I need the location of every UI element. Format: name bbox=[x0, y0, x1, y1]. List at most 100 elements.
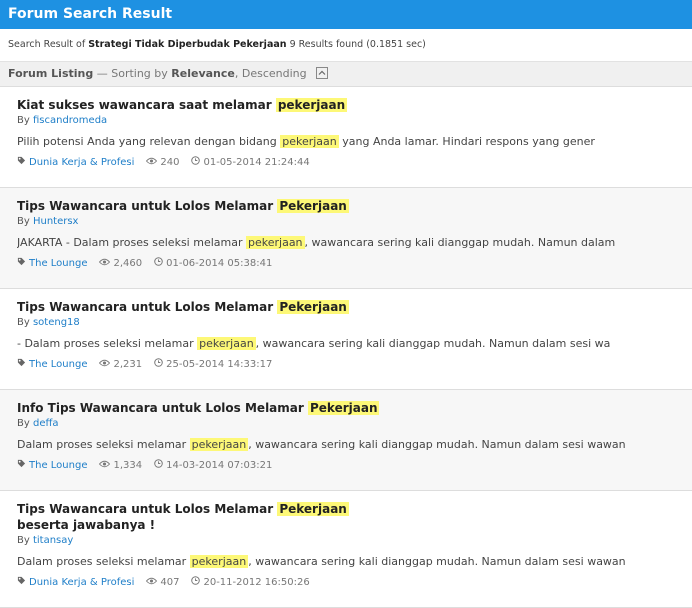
snippet-text-after: , wawancara sering kali dianggap mudah. … bbox=[248, 438, 626, 451]
category-link[interactable]: Dunia Kerja & Profesi bbox=[29, 577, 134, 588]
result-author-line: By titansay bbox=[17, 534, 675, 548]
snippet-highlight: pekerjaan bbox=[189, 438, 249, 451]
snippet-highlight: pekerjaan bbox=[197, 337, 256, 350]
view-count: 407 bbox=[160, 577, 180, 588]
view-count: 1,334 bbox=[113, 460, 143, 471]
listing-label: Forum Listing bbox=[8, 67, 94, 80]
clock-icon bbox=[191, 576, 201, 590]
eye-icon bbox=[146, 156, 158, 170]
result-item: Tips Wawancara untuk Lolos Melamar Peker… bbox=[0, 188, 692, 289]
category-link[interactable]: The Lounge bbox=[29, 359, 87, 370]
tag-icon bbox=[17, 358, 26, 372]
result-author-line: By deffa bbox=[17, 417, 675, 431]
post-date: 01-05-2014 21:24:44 bbox=[203, 157, 310, 168]
listing-bar: Forum Listing — Sorting by Relevance, De… bbox=[0, 62, 692, 87]
sort-toggle-icon[interactable] bbox=[316, 67, 329, 79]
clock-icon bbox=[154, 459, 163, 473]
tag-icon bbox=[17, 459, 26, 473]
view-count: 240 bbox=[160, 157, 180, 168]
result-snippet: JAKARTA - Dalam proses seleksi melamar p… bbox=[17, 235, 675, 251]
tag-icon bbox=[17, 156, 26, 170]
author-link[interactable]: fiscandromeda bbox=[33, 115, 107, 126]
title-text: Info Tips Wawancara untuk Lolos Melamar bbox=[17, 401, 308, 415]
summary-prefix: Search Result of bbox=[8, 39, 86, 50]
view-count: 2,231 bbox=[113, 359, 143, 370]
by-label: By bbox=[17, 216, 33, 227]
snippet-text: Dalam proses seleksi melamar bbox=[17, 438, 190, 451]
result-title-link[interactable]: Tips Wawancara untuk Lolos Melamar Peker… bbox=[17, 299, 387, 315]
snippet-text-after: yang Anda lamar. Hindari respons yang ge… bbox=[338, 135, 595, 148]
author-link[interactable]: Huntersx bbox=[33, 216, 79, 227]
title-text: Kiat sukses wawancara saat melamar bbox=[17, 98, 276, 112]
result-meta: The Lounge 1,334 14-03-2014 07:03:21 bbox=[17, 459, 675, 474]
result-snippet: Dalam proses seleksi melamar pekerjaan, … bbox=[17, 554, 675, 570]
result-author-line: By fiscandromeda bbox=[17, 114, 675, 128]
eye-icon bbox=[146, 576, 158, 590]
clock-icon bbox=[191, 156, 201, 170]
sort-field: Relevance bbox=[171, 67, 235, 80]
result-meta: Dunia Kerja & Profesi 240 01-05-2014 21:24… bbox=[17, 156, 675, 171]
snippet-highlight: pekerjaan bbox=[280, 135, 339, 148]
result-title-link[interactable]: Kiat sukses wawancara saat melamar peker… bbox=[17, 97, 387, 113]
title-text: Tips Wawancara untuk Lolos Melamar bbox=[17, 199, 278, 213]
result-author-line: By Huntersx bbox=[17, 215, 675, 229]
snippet-text-after: , wawancara sering kali dianggap mudah. … bbox=[248, 555, 626, 568]
snippet-text: JAKARTA - Dalam proses seleksi melamar bbox=[17, 236, 246, 249]
by-label: By bbox=[17, 418, 33, 429]
category-link[interactable]: Dunia Kerja & Profesi bbox=[29, 157, 134, 168]
title-text: Tips Wawancara untuk Lolos Melamar bbox=[17, 300, 278, 314]
sort-direction: , Descending bbox=[234, 67, 307, 80]
result-snippet: Dalam proses seleksi melamar pekerjaan, … bbox=[17, 437, 675, 453]
result-title-link[interactable]: Info Tips Wawancara untuk Lolos Melamar … bbox=[17, 400, 387, 416]
result-count: 9 Results found (0.1851 sec) bbox=[289, 39, 426, 50]
snippet-highlight: pekerjaan bbox=[246, 236, 305, 249]
listing-sep: — Sorting by bbox=[96, 67, 168, 80]
clock-icon bbox=[154, 358, 163, 372]
result-snippet: - Dalam proses seleksi melamar pekerjaan… bbox=[17, 336, 675, 352]
title-highlight: Pekerjaan bbox=[277, 199, 349, 213]
result-title-link[interactable]: Tips Wawancara untuk Lolos Melamar Peker… bbox=[17, 501, 387, 533]
snippet-highlight: pekerjaan bbox=[189, 555, 249, 568]
category-link[interactable]: The Lounge bbox=[29, 460, 87, 471]
snippet-text: - Dalam proses seleksi melamar bbox=[17, 337, 198, 350]
title-highlight: Pekerjaan bbox=[277, 300, 349, 314]
result-item: Tips Wawancara untuk Lolos Melamar Peker… bbox=[0, 289, 692, 390]
result-meta: The Lounge 2,231 25-05-2014 14:33:17 bbox=[17, 358, 675, 373]
search-query: Strategi Tidak Diperbudak Pekerjaan bbox=[88, 39, 287, 50]
post-date: 25-05-2014 14:33:17 bbox=[166, 359, 273, 370]
result-author-line: By soteng18 bbox=[17, 316, 675, 330]
author-link[interactable]: titansay bbox=[33, 535, 73, 546]
results-list: Kiat sukses wawancara saat melamar peker… bbox=[0, 87, 692, 608]
title-highlight: Pekerjaan bbox=[307, 401, 380, 415]
eye-icon bbox=[99, 358, 111, 372]
snippet-text: Pilih potensi Anda yang relevan dengan b… bbox=[17, 135, 281, 148]
result-title-link[interactable]: Tips Wawancara untuk Lolos Melamar Peker… bbox=[17, 198, 387, 214]
view-count: 2,460 bbox=[113, 258, 143, 269]
snippet-text: Dalam proses seleksi melamar bbox=[17, 555, 190, 568]
category-link[interactable]: The Lounge bbox=[29, 258, 87, 269]
title-highlight: pekerjaan bbox=[275, 98, 348, 112]
result-meta: Dunia Kerja & Profesi 407 20-11-2012 16:50… bbox=[17, 576, 675, 591]
by-label: By bbox=[17, 115, 33, 126]
by-label: By bbox=[17, 535, 33, 546]
author-link[interactable]: soteng18 bbox=[33, 317, 80, 328]
result-item: Info Tips Wawancara untuk Lolos Melamar … bbox=[0, 390, 692, 491]
author-link[interactable]: deffa bbox=[33, 418, 59, 429]
by-label: By bbox=[17, 317, 33, 328]
tag-icon bbox=[17, 257, 26, 271]
result-item: Tips Wawancara untuk Lolos Melamar Peker… bbox=[0, 491, 692, 608]
clock-icon bbox=[154, 257, 163, 271]
snippet-text-after: , wawancara sering kali dianggap mudah. … bbox=[255, 337, 611, 350]
result-meta: The Lounge 2,460 01-06-2014 05:38:41 bbox=[17, 257, 675, 272]
result-item: Kiat sukses wawancara saat melamar peker… bbox=[0, 87, 692, 188]
search-summary: Search Result of Strategi Tidak Diperbud… bbox=[0, 29, 692, 62]
snippet-text-after: , wawancara sering kali dianggap mudah. … bbox=[304, 236, 616, 249]
result-snippet: Pilih potensi Anda yang relevan dengan b… bbox=[17, 134, 675, 150]
eye-icon bbox=[99, 459, 111, 473]
post-date: 01-06-2014 05:38:41 bbox=[166, 258, 273, 269]
tag-icon bbox=[17, 576, 26, 590]
page-title: Forum Search Result bbox=[8, 6, 173, 22]
title-highlight: Pekerjaan bbox=[277, 502, 349, 516]
eye-icon bbox=[99, 257, 111, 271]
post-date: 14-03-2014 07:03:21 bbox=[166, 460, 273, 471]
